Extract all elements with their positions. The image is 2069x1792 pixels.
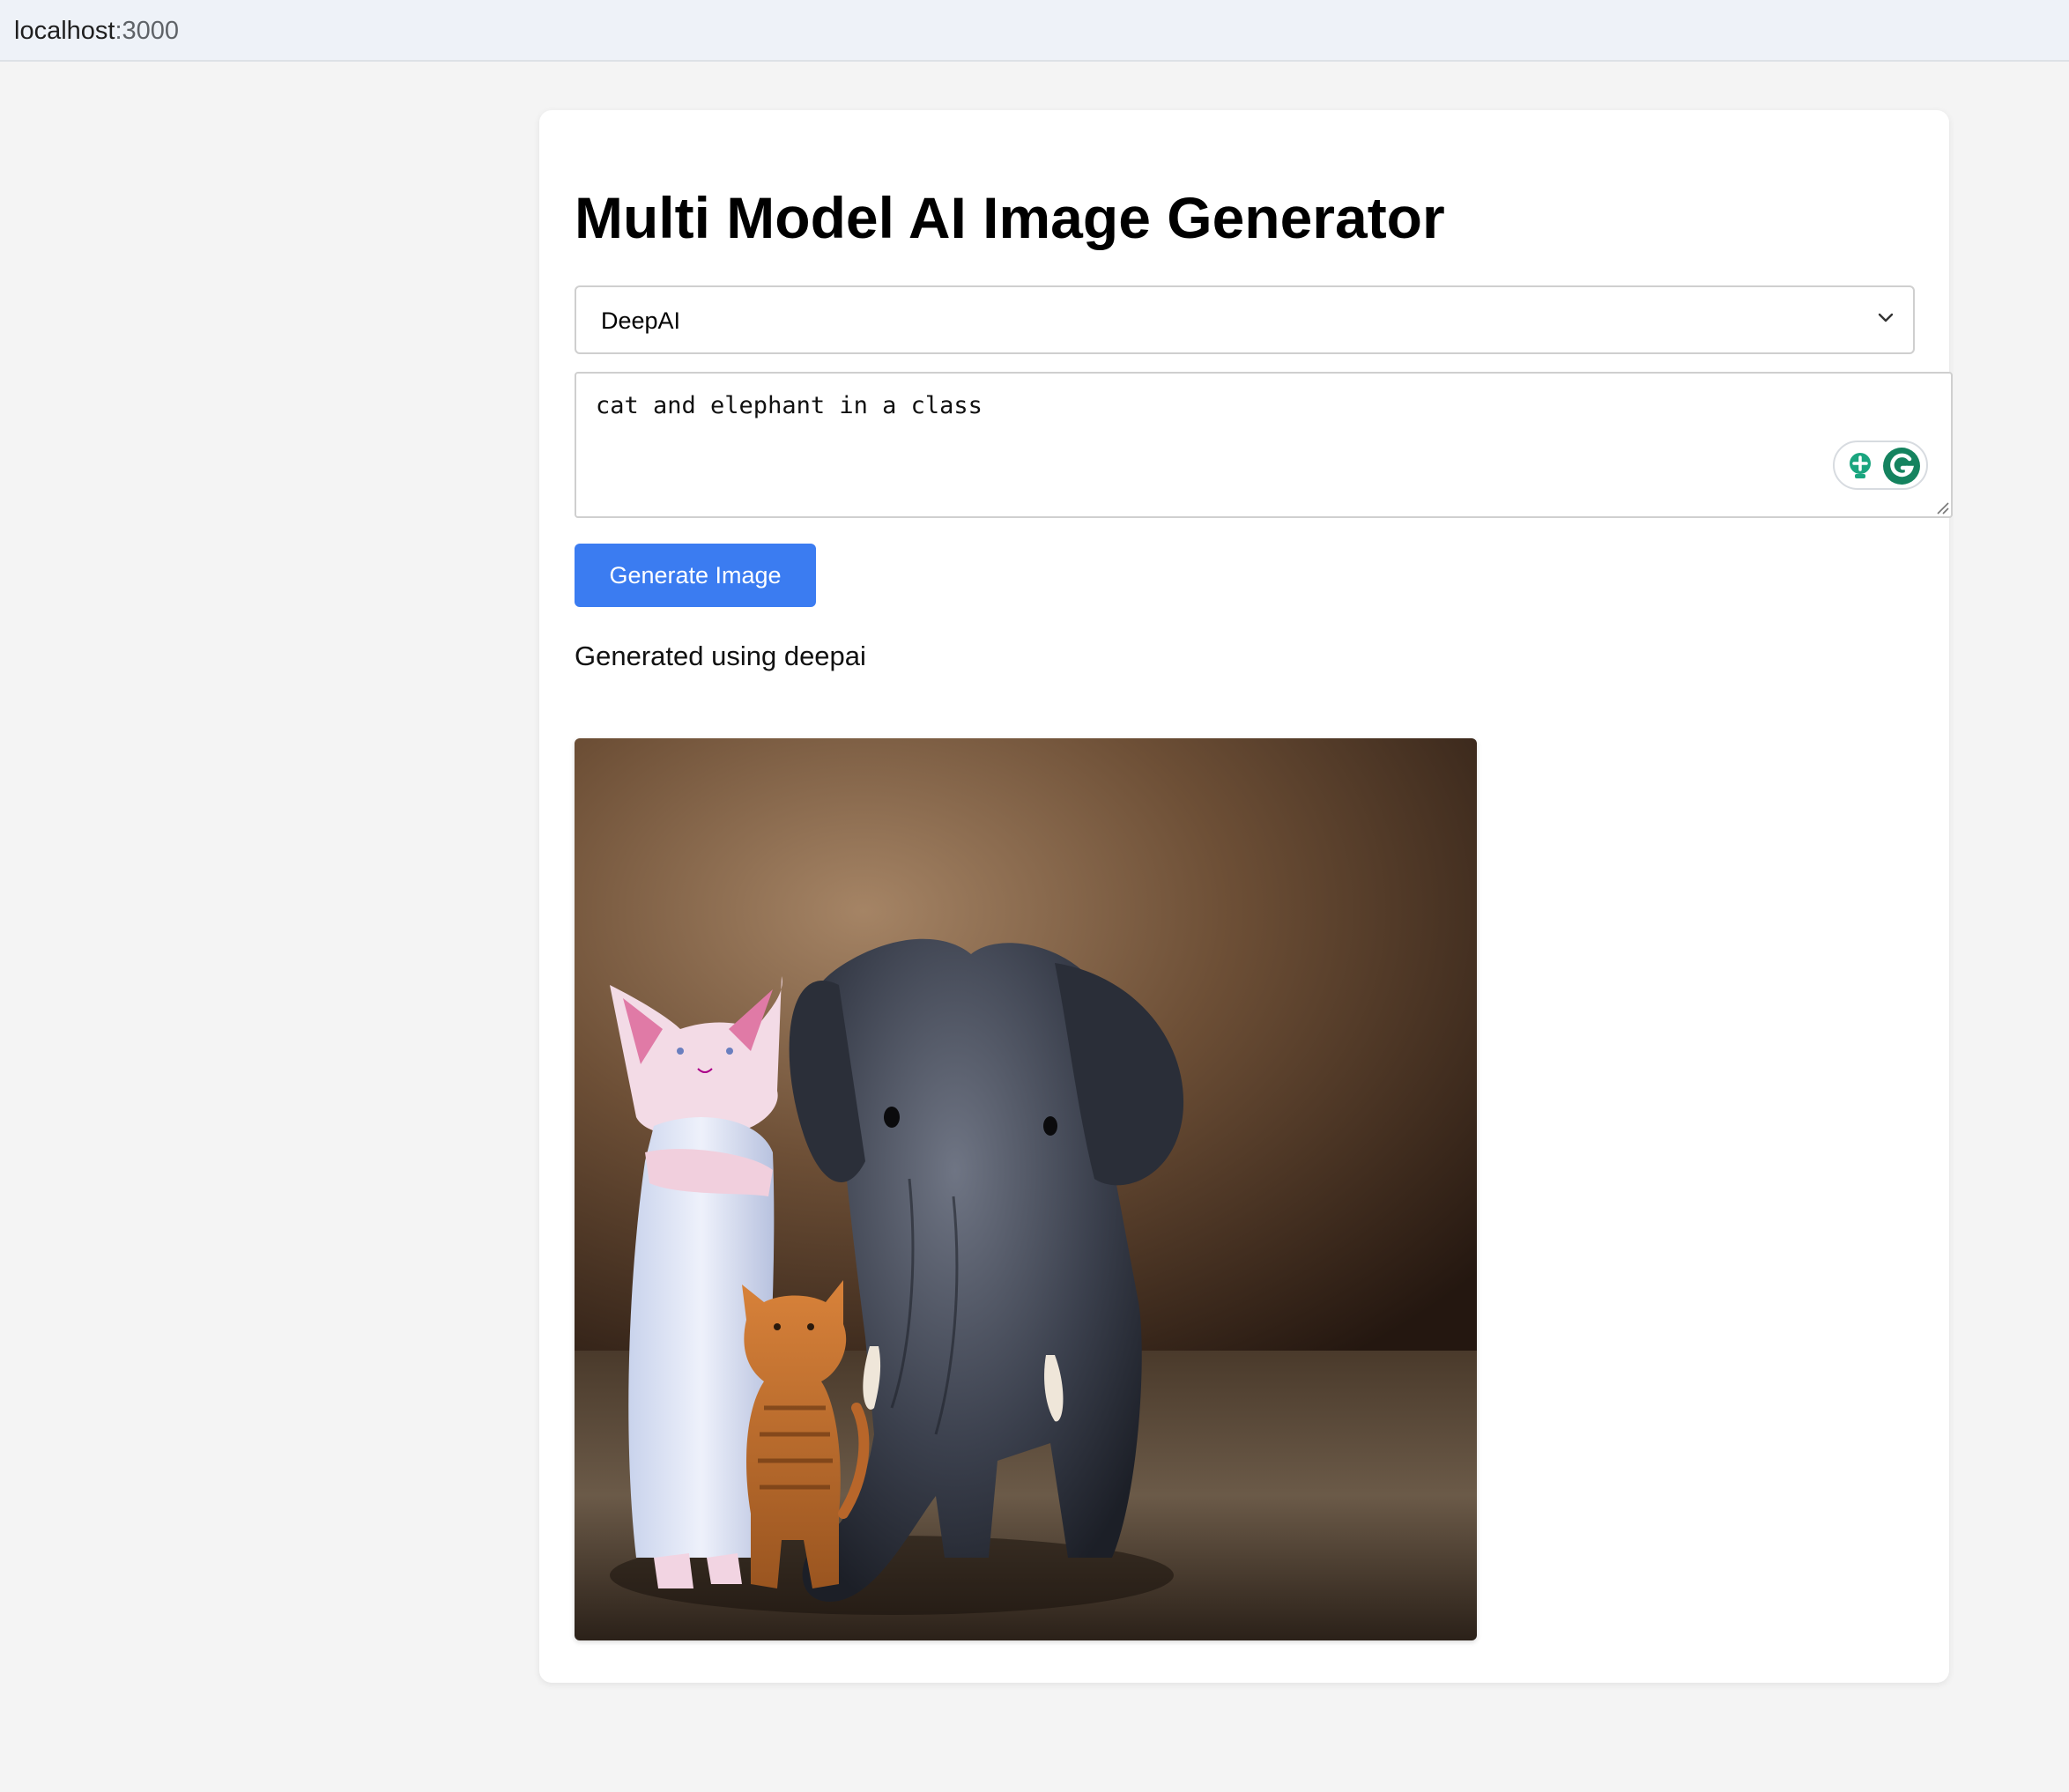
model-select-value: DeepAI — [601, 307, 681, 334]
generated-image — [575, 738, 1477, 1640]
generator-card: Multi Model AI Image Generator DeepAI ca… — [539, 110, 1953, 1683]
grammarly-widget[interactable] — [1833, 441, 1928, 490]
browser-address-bar[interactable]: localhost:3000 — [0, 0, 2069, 62]
generate-image-button[interactable]: Generate Image — [575, 544, 816, 607]
prompt-text: cat and elephant in a class — [596, 392, 983, 419]
lightbulb-icon[interactable] — [1843, 449, 1877, 483]
page-title: Multi Model AI Image Generator — [575, 185, 1445, 250]
grammarly-icon[interactable] — [1882, 447, 1921, 485]
prompt-textarea[interactable]: cat and elephant in a class — [575, 372, 1953, 518]
result-caption: Generated using deepai — [575, 641, 866, 671]
chevron-down-icon — [1878, 313, 1894, 322]
url-port: :3000 — [115, 17, 180, 45]
generated-image-art — [575, 738, 1477, 1640]
url-text[interactable]: localhost:3000 — [14, 15, 179, 47]
url-host: localhost — [14, 17, 115, 45]
resize-handle-icon[interactable] — [1935, 500, 1949, 515]
model-select[interactable]: DeepAI — [575, 285, 1915, 354]
